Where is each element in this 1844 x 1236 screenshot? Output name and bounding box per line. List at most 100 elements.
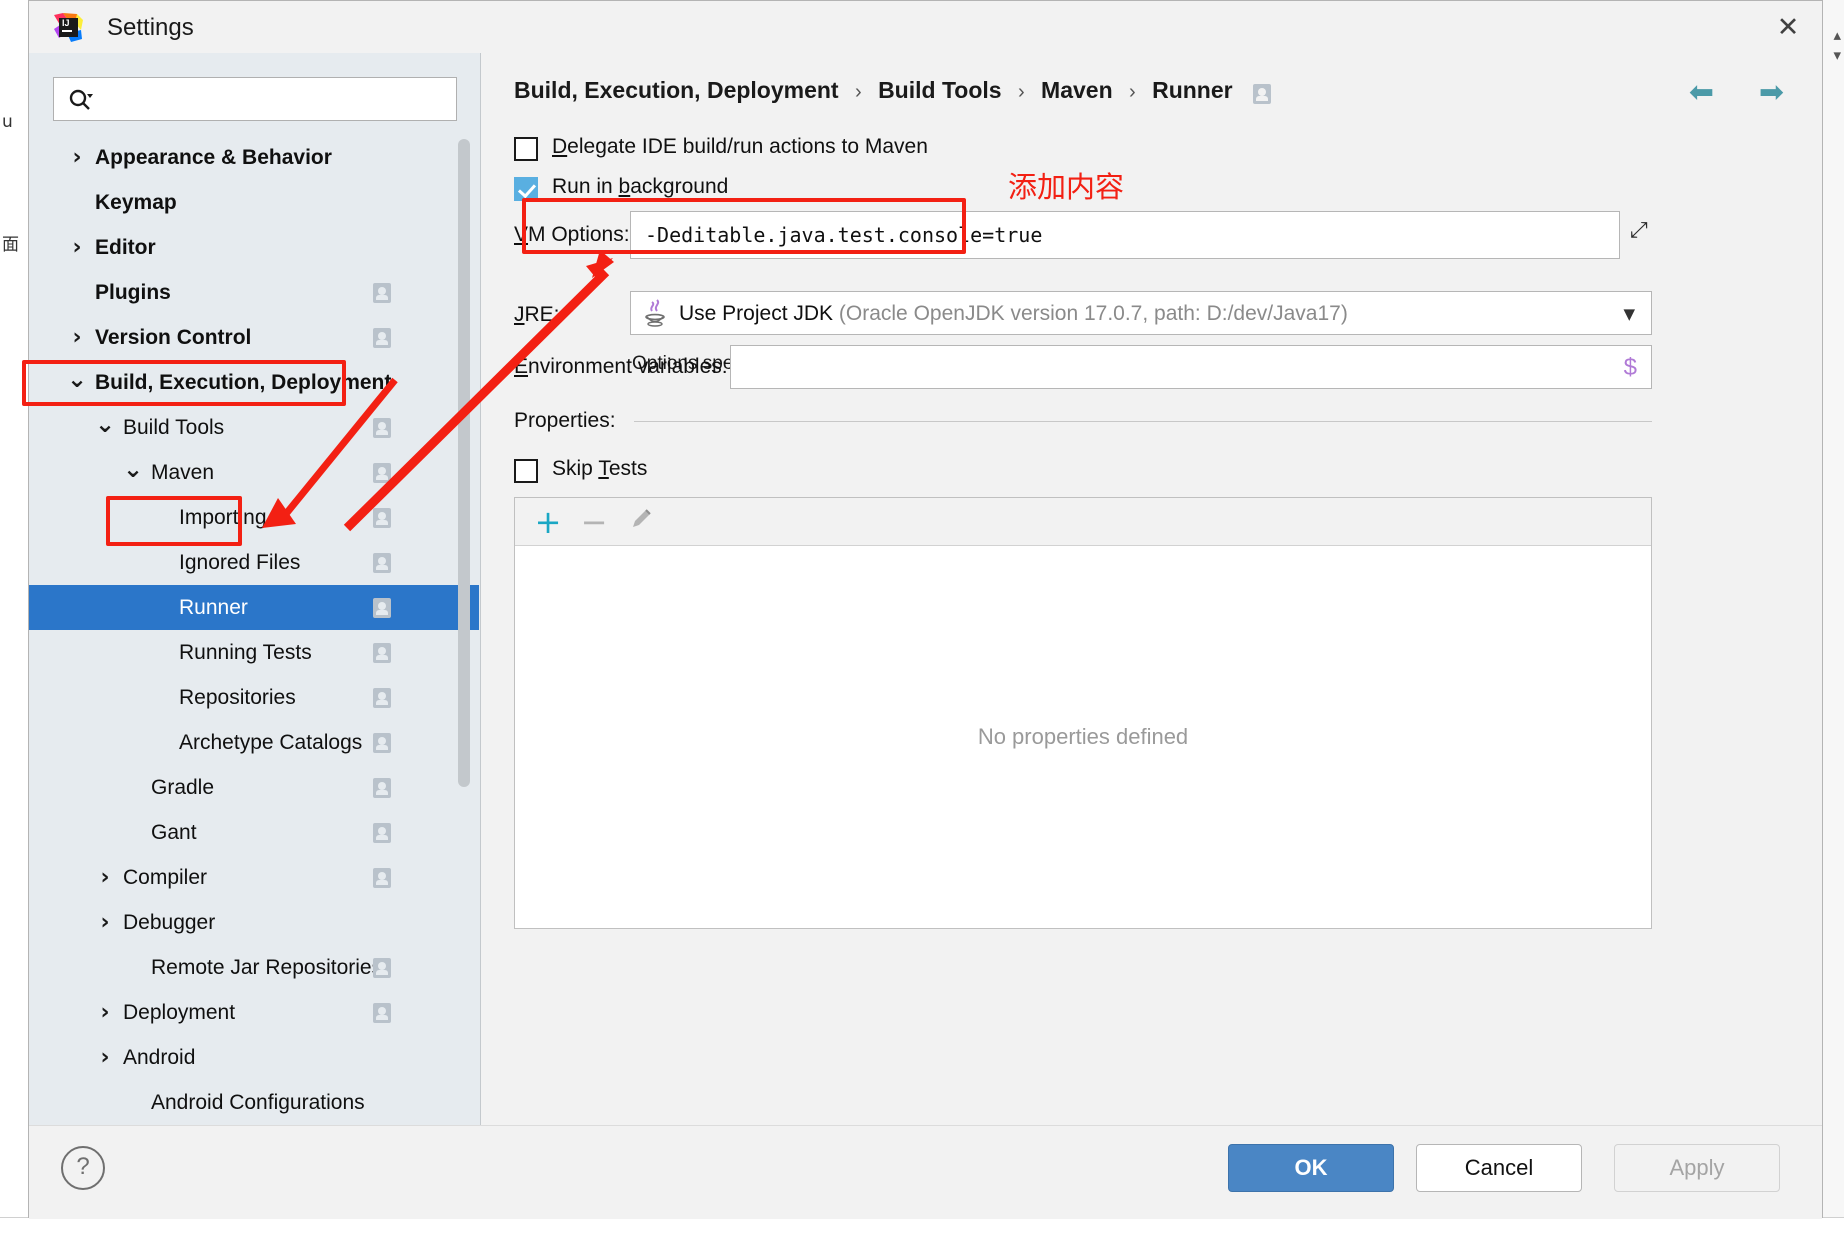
settings-tree[interactable]: › Appearance & Behavior Keymap › Editor Plugi… (29, 135, 479, 1125)
cancel-button[interactable]: Cancel (1416, 1144, 1582, 1192)
project-scope-badge-icon (373, 598, 391, 618)
sidebar-item-label: Remote Jar Repositories (151, 956, 383, 979)
background-glyph-cn: 面 (2, 235, 19, 255)
vm-options-field[interactable] (630, 211, 1620, 259)
search-input[interactable] (102, 78, 454, 122)
sidebar-item-importing[interactable]: Importing (29, 495, 479, 540)
breadcrumb-part-1[interactable]: Build Tools (878, 77, 1002, 103)
run-in-background-label: Run in background (552, 175, 729, 198)
jre-label: JRE: (514, 303, 560, 326)
sidebar-item-compiler[interactable]: › Compiler (29, 855, 479, 900)
project-scope-badge-icon (373, 1003, 391, 1023)
chevron-down-icon[interactable]: ⌄ (123, 450, 143, 488)
sidebar-item-label: Build Tools (123, 416, 225, 439)
sidebar-item-archetype-catalogs[interactable]: Archetype Catalogs (29, 720, 479, 765)
chevron-right-icon[interactable]: › (95, 1035, 115, 1080)
background-ide-right-strip: ▴ ▾ (1821, 0, 1844, 1236)
vm-options-input[interactable] (631, 212, 1619, 258)
expand-editor-icon[interactable]: ⤢ (1630, 218, 1648, 243)
insert-macro-icon[interactable]: $ (1624, 346, 1637, 388)
chevron-down-icon[interactable]: ▼ (1623, 292, 1635, 334)
chevron-right-icon[interactable]: › (67, 225, 87, 270)
chevron-right-icon[interactable]: › (95, 990, 115, 1035)
sidebar-item-debugger[interactable]: › Debugger (29, 900, 479, 945)
sidebar-item-repositories[interactable]: Repositories (29, 675, 479, 720)
sidebar-item-build-execution-deployment[interactable]: ⌄ Build, Execution, Deployment (29, 360, 479, 405)
sidebar-scrollbar-thumb[interactable] (458, 139, 470, 787)
run-in-background-checkbox[interactable] (514, 177, 538, 201)
sidebar-item-appearance-behavior[interactable]: › Appearance & Behavior (29, 135, 479, 180)
search-icon (68, 88, 94, 112)
project-scope-badge-icon (373, 553, 391, 573)
breadcrumb-separator: › (1017, 81, 1025, 103)
plus-icon[interactable]: + (531, 506, 565, 538)
properties-table[interactable]: + − No properties defined (514, 497, 1652, 929)
chevron-down-icon[interactable]: ⌄ (95, 405, 115, 443)
skip-tests-checkbox[interactable] (514, 459, 538, 483)
project-scope-badge-icon (373, 328, 391, 348)
settings-sidebar: › Appearance & Behavior Keymap › Editor Plugi… (29, 53, 481, 1125)
sidebar-item-gradle[interactable]: Gradle (29, 765, 479, 810)
jre-value: Use Project JDK (Oracle OpenJDK version … (679, 292, 1348, 334)
search-box[interactable] (53, 77, 457, 122)
env-vars-field[interactable]: $ (730, 345, 1652, 389)
jre-combobox[interactable]: Use Project JDK (Oracle OpenJDK version … (630, 291, 1652, 335)
chevron-right-icon[interactable]: › (67, 315, 87, 360)
screen: u 面 ▴ ▾ IJ Settings ✕ › Appearance & Beh… (0, 0, 1844, 1236)
annotation-add-content-label: 添加内容 (1008, 170, 1125, 204)
sidebar-item-gant[interactable]: Gant (29, 810, 479, 855)
chevron-right-icon[interactable]: › (95, 855, 115, 900)
minus-icon[interactable]: − (577, 506, 611, 538)
properties-section-divider (634, 421, 1652, 422)
properties-section-label: Properties: (514, 409, 626, 433)
properties-toolbar: + − (515, 498, 1651, 546)
sidebar-item-label: Archetype Catalogs (179, 731, 363, 754)
project-scope-badge-icon (373, 823, 391, 843)
project-scope-badge-icon (1252, 83, 1271, 104)
sidebar-item-deployment[interactable]: › Deployment (29, 990, 479, 1035)
sidebar-item-running-tests[interactable]: Running Tests (29, 630, 479, 675)
sidebar-item-remote-jar-repositories[interactable]: Remote Jar Repositories (29, 945, 479, 990)
intellij-idea-logo-icon: IJ (51, 11, 85, 45)
chevron-down-icon[interactable]: ⌄ (67, 360, 87, 398)
delegate-ide-build-label: Delegate IDE build/run actions to Maven (552, 135, 928, 158)
help-question-icon[interactable]: ? (61, 1146, 105, 1190)
sidebar-item-label: Android Configurations (151, 1091, 365, 1114)
sidebar-item-plugins[interactable]: Plugins (29, 270, 479, 315)
sidebar-item-keymap[interactable]: Keymap (29, 180, 479, 225)
sidebar-item-label: Build, Execution, Deployment (95, 371, 392, 394)
sidebar-item-label: Gradle (151, 776, 215, 799)
sidebar-item-editor[interactable]: › Editor (29, 225, 479, 270)
arrow-right-icon[interactable]: ➡ (1759, 75, 1784, 110)
sidebar-item-label: Keymap (95, 191, 177, 214)
breadcrumb-part-2[interactable]: Maven (1041, 77, 1113, 103)
breadcrumb: Build, Execution, Deployment › Build Too… (514, 77, 1271, 104)
breadcrumb-part-0[interactable]: Build, Execution, Deployment (514, 77, 839, 103)
sidebar-item-ignored-files[interactable]: Ignored Files (29, 540, 479, 585)
pencil-icon[interactable] (625, 506, 659, 538)
project-scope-badge-icon (373, 778, 391, 798)
sidebar-item-runner[interactable]: Runner (29, 585, 479, 630)
vm-options-label: VM Options: (514, 223, 630, 246)
sidebar-item-version-control[interactable]: › Version Control (29, 315, 479, 360)
chevron-right-icon[interactable]: › (67, 135, 87, 180)
env-vars-input[interactable] (731, 346, 1605, 388)
breadcrumb-part-3[interactable]: Runner (1152, 77, 1233, 103)
project-scope-badge-icon (373, 283, 391, 303)
chevron-right-icon[interactable]: › (95, 900, 115, 945)
skip-tests-label: Skip Tests (552, 457, 648, 480)
breadcrumb-separator: › (855, 81, 862, 103)
sidebar-item-android[interactable]: › Android (29, 1035, 479, 1080)
sidebar-item-build-tools[interactable]: ⌄ Build Tools (29, 405, 479, 450)
sidebar-item-maven[interactable]: ⌄ Maven (29, 450, 479, 495)
sidebar-item-label: Running Tests (179, 641, 312, 664)
apply-button[interactable]: Apply (1614, 1144, 1780, 1192)
project-scope-badge-icon (373, 868, 391, 888)
delegate-ide-build-checkbox[interactable] (514, 137, 538, 161)
arrow-left-icon[interactable]: ⬅ (1689, 75, 1714, 110)
properties-empty-message: No properties defined (977, 724, 1189, 749)
close-icon[interactable]: ✕ (1768, 9, 1808, 47)
env-vars-label: Environment variables: (514, 355, 728, 378)
ok-button[interactable]: OK (1228, 1144, 1394, 1192)
sidebar-item-android-configurations[interactable]: Android Configurations (29, 1080, 479, 1125)
